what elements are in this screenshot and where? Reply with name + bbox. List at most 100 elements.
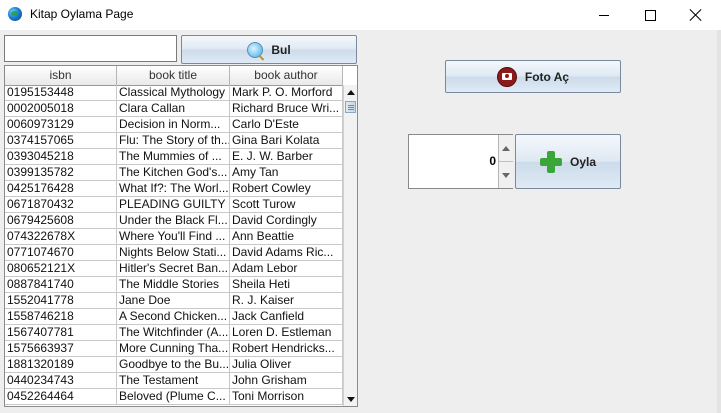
cell-isbn[interactable]: 074322678X <box>5 229 117 245</box>
vote-spinner[interactable]: 0 <box>408 134 513 189</box>
table-row[interactable]: 0425176428 What If?: The Worl... Robert Co… <box>5 181 343 197</box>
cell-book-title[interactable]: Nights Below Stati... <box>117 245 230 261</box>
table-row[interactable]: 0671870432 PLEADING GUILTY Scott Turow <box>5 197 343 213</box>
cell-book-author[interactable]: John Grisham <box>230 373 343 389</box>
table-row[interactable]: 0771074670 Nights Below Stati... David Ada… <box>5 245 343 261</box>
cell-book-title[interactable]: More Cunning Tha... <box>117 341 230 357</box>
cell-book-title[interactable]: The Testament <box>117 373 230 389</box>
table-row[interactable]: 0440234743 The Testament John Grisham <box>5 373 343 389</box>
table-row[interactable]: 1567407781 The Witchfinder (A... Loren D. … <box>5 325 343 341</box>
table-row[interactable]: 1881320189 Goodbye to the Bu... Julia Oliv… <box>5 357 343 373</box>
cell-isbn[interactable]: 0887841740 <box>5 277 117 293</box>
cell-book-author[interactable]: E. J. W. Barber <box>230 149 343 165</box>
cell-isbn[interactable]: 0671870432 <box>5 197 117 213</box>
cell-book-author[interactable]: Toni Morrison <box>230 389 343 405</box>
cell-book-author[interactable]: Adam Lebor <box>230 261 343 277</box>
cell-book-author[interactable]: Jack Canfield <box>230 309 343 325</box>
table-row[interactable]: 0399135782 The Kitchen God's... Amy Tan <box>5 165 343 181</box>
cell-isbn[interactable]: 0425176428 <box>5 181 117 197</box>
close-button[interactable] <box>673 0 719 30</box>
cell-book-title[interactable]: Beloved (Plume C... <box>117 389 230 405</box>
table-row[interactable]: 0679425608 Under the Black Fl... David Cor… <box>5 213 343 229</box>
cell-book-title[interactable]: The Middle Stories <box>117 277 230 293</box>
cell-isbn[interactable]: 0002005018 <box>5 101 117 117</box>
cell-book-author[interactable]: Ann Beattie <box>230 229 343 245</box>
cell-book-title[interactable]: Decision in Norm... <box>117 117 230 133</box>
vote-button[interactable]: Oyla <box>515 134 621 189</box>
cell-book-title[interactable]: PLEADING GUILTY <box>117 197 230 213</box>
cell-isbn[interactable]: 1567407781 <box>5 325 117 341</box>
table-row[interactable]: 0195153448 Classical Mythology Mark P. O. … <box>5 85 343 101</box>
cell-book-title[interactable]: Classical Mythology <box>117 85 230 101</box>
minimize-button[interactable] <box>581 0 627 30</box>
table-row[interactable]: 0452264464 Beloved (Plume C... Toni Morris… <box>5 389 343 405</box>
table-row[interactable]: 1575663937 More Cunning Tha... Robert Hend… <box>5 341 343 357</box>
cell-isbn[interactable]: 0771074670 <box>5 245 117 261</box>
spinner-decrement-button[interactable] <box>499 162 513 188</box>
cell-book-title[interactable]: Goodbye to the Bu... <box>117 357 230 373</box>
table-row[interactable]: 080652121X Hitler's Secret Ban... Adam Leb… <box>5 261 343 277</box>
table-row[interactable]: 074322678X Where You'll Find ... Ann Beatt… <box>5 229 343 245</box>
column-header-book-author[interactable]: book author <box>230 66 343 85</box>
scroll-down-button[interactable] <box>344 392 357 406</box>
cell-isbn[interactable]: 1552041778 <box>5 293 117 309</box>
cell-book-author[interactable]: Carlo D'Este <box>230 117 343 133</box>
search-input[interactable] <box>4 35 177 62</box>
cell-isbn[interactable]: 0374157065 <box>5 133 117 149</box>
cell-isbn[interactable]: 080652121X <box>5 261 117 277</box>
cell-book-title[interactable]: Under the Black Fl... <box>117 213 230 229</box>
cell-isbn[interactable]: 0452264464 <box>5 389 117 405</box>
cell-isbn[interactable]: 0195153448 <box>5 85 117 101</box>
cell-book-author[interactable]: Gina Bari Kolata <box>230 133 343 149</box>
cell-book-author[interactable]: Amy Tan <box>230 165 343 181</box>
table-row[interactable]: 0887841740 The Middle Stories Sheila Heti <box>5 277 343 293</box>
spinner-increment-button[interactable] <box>499 135 513 162</box>
cell-book-title[interactable]: The Witchfinder (A... <box>117 325 230 341</box>
cell-book-author[interactable]: Richard Bruce Wri... <box>230 101 343 117</box>
table-row[interactable]: 0060973129 Decision in Norm... Carlo D'Est… <box>5 117 343 133</box>
scroll-thumb[interactable] <box>345 101 356 113</box>
cell-book-title[interactable]: Clara Callan <box>117 101 230 117</box>
table-row[interactable]: 1552041778 Jane Doe R. J. Kaiser <box>5 293 343 309</box>
cell-book-author[interactable]: Scott Turow <box>230 197 343 213</box>
column-header-book-title[interactable]: book title <box>117 66 230 85</box>
books-table[interactable]: isbn book title book author 0195153448 Cl… <box>4 65 358 407</box>
cell-book-author[interactable]: Loren D. Estleman <box>230 325 343 341</box>
cell-isbn[interactable]: 1881320189 <box>5 357 117 373</box>
cell-book-title[interactable]: The Kitchen God's... <box>117 165 230 181</box>
cell-book-title[interactable]: Hitler's Secret Ban... <box>117 261 230 277</box>
table-row[interactable]: 1558746218 A Second Chicken... Jack Canfie… <box>5 309 343 325</box>
scroll-up-button[interactable] <box>344 85 357 99</box>
cell-book-title[interactable]: A Second Chicken... <box>117 309 230 325</box>
cell-book-author[interactable]: David Cordingly <box>230 213 343 229</box>
cell-isbn[interactable]: 0393045218 <box>5 149 117 165</box>
cell-isbn[interactable]: 0060973129 <box>5 117 117 133</box>
cell-book-author[interactable]: Sheila Heti <box>230 277 343 293</box>
cell-book-author[interactable]: Mark P. O. Morford <box>230 85 343 101</box>
table-row[interactable]: 0002005018 Clara Callan Richard Bruce Wri.… <box>5 101 343 117</box>
cell-book-author[interactable]: Julia Oliver <box>230 357 343 373</box>
cell-book-title[interactable]: Jane Doe <box>117 293 230 309</box>
cell-isbn[interactable]: 1575663937 <box>5 341 117 357</box>
vote-spinner-value[interactable]: 0 <box>409 135 498 188</box>
cell-book-title[interactable]: The Mummies of ... <box>117 149 230 165</box>
open-photo-button[interactable]: Foto Aç <box>445 60 621 93</box>
cell-isbn[interactable]: 0440234743 <box>5 373 117 389</box>
cell-book-title[interactable]: Flu: The Story of th... <box>117 133 230 149</box>
table-row[interactable]: 0393045218 The Mummies of ... E. J. W. Bar… <box>5 149 343 165</box>
arrow-up-icon <box>347 89 355 95</box>
cell-book-author[interactable]: Robert Cowley <box>230 181 343 197</box>
cell-book-title[interactable]: Where You'll Find ... <box>117 229 230 245</box>
cell-book-author[interactable]: Robert Hendricks... <box>230 341 343 357</box>
cell-isbn[interactable]: 0399135782 <box>5 165 117 181</box>
search-button[interactable]: Bul <box>181 35 357 64</box>
cell-book-author[interactable]: David Adams Ric... <box>230 245 343 261</box>
cell-isbn[interactable]: 1558746218 <box>5 309 117 325</box>
maximize-button[interactable] <box>627 0 673 30</box>
cell-book-title[interactable]: What If?: The Worl... <box>117 181 230 197</box>
cell-isbn[interactable]: 0679425608 <box>5 213 117 229</box>
table-row[interactable]: 0374157065 Flu: The Story of th... Gina Ba… <box>5 133 343 149</box>
column-header-isbn[interactable]: isbn <box>5 66 117 85</box>
table-scrollbar[interactable] <box>343 85 357 406</box>
cell-book-author[interactable]: R. J. Kaiser <box>230 293 343 309</box>
